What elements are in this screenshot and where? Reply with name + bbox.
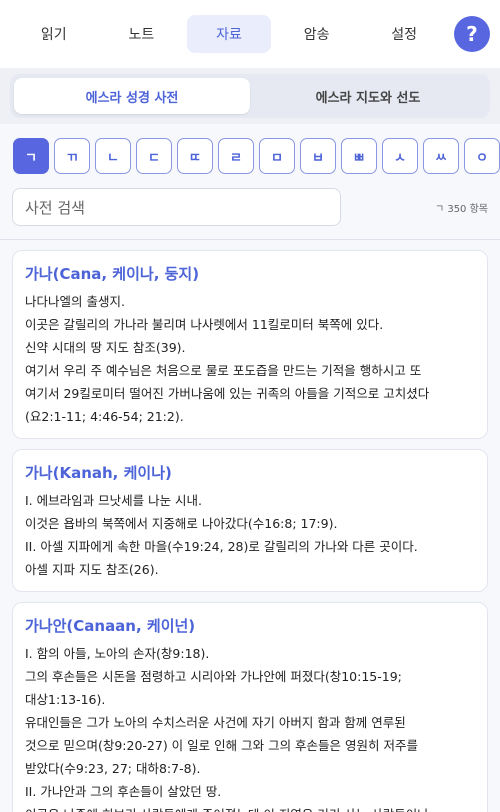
- consonant-button[interactable]: ㄴ: [95, 138, 131, 174]
- tab-notes[interactable]: 노트: [100, 15, 184, 53]
- tab-read[interactable]: 읽기: [12, 15, 96, 53]
- entry-line: 대상1:13-16).: [25, 692, 106, 707]
- top-navigation: 읽기 노트 자료 암송 설정 ?: [0, 0, 500, 68]
- segmented-control: 에스라 성경 사전 에스라 지도와 선도: [10, 74, 490, 118]
- consonant-index: ㄱ ㄲ ㄴ ㄷ ㄸ ㄹ ㅁ ㅂ ㅃ ㅅ ㅆ ㅇ: [0, 124, 500, 174]
- entry-line: 아셀 지파 지도 참조(26).: [25, 562, 159, 577]
- entry-line: 여기서 29킬로미터 떨어진 가버나움에 있는 귀족의 아들을 기적으로 고치셨…: [25, 386, 430, 401]
- entry-line: 받았다(수9:23, 27; 대하8:7-8).: [25, 761, 201, 776]
- entry-line: 신약 시대의 땅 지도 참조(39).: [25, 340, 186, 355]
- entry-line: (요2:1-11; 4:46-54; 21:2).: [25, 409, 184, 424]
- entry-line: 것으로 믿으며(창9:20-27) 이 일로 인해 그와 그의 후손들은 영원히…: [25, 738, 419, 753]
- consonant-button[interactable]: ㅂ: [300, 138, 336, 174]
- entry-title: 가나(Kanah, 케이나): [25, 464, 172, 482]
- consonant-button[interactable]: ㄸ: [177, 138, 213, 174]
- entry-count: ㄱ 350 항목: [434, 203, 488, 215]
- entry-title: 가나안(Canaan, 케이넌): [25, 617, 196, 635]
- consonant-button[interactable]: ㅇ: [464, 138, 500, 174]
- consonant-button[interactable]: ㄲ: [54, 138, 90, 174]
- segment-maps[interactable]: 에스라 지도와 선도: [250, 78, 486, 114]
- entry-line: 이곳은 나중에 히브리 사람들에게 주어졌는데 이 지역은 거기 사는 사람들이…: [25, 803, 475, 812]
- entry-line: 이것은 욥바의 북쪽에서 지중해로 나아갔다(수16:8; 17:9).: [25, 516, 338, 531]
- dictionary-list: 가나(Cana, 케이나, 둥지) 나다나엘의 출생지. 이곳은 갈릴리의 가나…: [0, 240, 500, 812]
- tab-resources[interactable]: 자료: [187, 15, 271, 53]
- entry-line: I. 함의 아들, 노아의 손자(창9:18).: [25, 646, 210, 661]
- consonant-button[interactable]: ㄹ: [218, 138, 254, 174]
- consonant-button[interactable]: ㅅ: [382, 138, 418, 174]
- dictionary-entry[interactable]: 가나안(Canaan, 케이넌) I. 함의 아들, 노아의 손자(창9:18)…: [12, 602, 488, 812]
- tab-memorize[interactable]: 암송: [275, 15, 359, 53]
- consonant-button[interactable]: ㅁ: [259, 138, 295, 174]
- search-input[interactable]: 사전 검색: [12, 188, 341, 226]
- entry-line: II. 아셀 지파에게 속한 마을(수19:24, 28)로 갈릴리의 가나와 …: [25, 539, 418, 554]
- tab-settings[interactable]: 설정: [362, 15, 446, 53]
- segment-bible-dictionary[interactable]: 에스라 성경 사전: [14, 78, 250, 114]
- entry-line: I. 에브라임과 므낫세를 나눈 시내.: [25, 493, 203, 508]
- consonant-button[interactable]: ㄷ: [136, 138, 172, 174]
- search-row: 사전 검색 ㄱ 350 항목: [0, 174, 500, 226]
- entry-title: 가나(Cana, 케이나, 둥지): [25, 265, 200, 283]
- consonant-button[interactable]: ㄱ: [13, 138, 49, 174]
- help-button[interactable]: ?: [453, 16, 490, 52]
- entry-line: II. 가나안과 그의 후손들이 살았던 땅.: [25, 784, 222, 799]
- dictionary-entry[interactable]: 가나(Cana, 케이나, 둥지) 나다나엘의 출생지. 이곳은 갈릴리의 가나…: [12, 250, 488, 439]
- dictionary-entry[interactable]: 가나(Kanah, 케이나) I. 에브라임과 므낫세를 나눈 시내. 이것은 …: [12, 449, 488, 592]
- entry-line: 이곳은 갈릴리의 가나라 불리며 나사렛에서 11킬로미터 북쪽에 있다.: [25, 317, 384, 332]
- entry-line: 유대인들은 그가 노아의 수치스러운 사건에 자기 아버지 함과 함께 연루된: [25, 715, 406, 730]
- entry-line: 나다나엘의 출생지.: [25, 294, 125, 309]
- entry-line: 그의 후손들은 시돈을 점령하고 시리아와 가나안에 퍼졌다(창10:15-19…: [25, 669, 402, 684]
- consonant-button[interactable]: ㅃ: [341, 138, 377, 174]
- consonant-button[interactable]: ㅆ: [423, 138, 459, 174]
- segment-bar: 에스라 성경 사전 에스라 지도와 선도: [0, 68, 500, 124]
- entry-line: 여기서 우리 주 예수님은 처음으로 물로 포도즙을 만드는 기적을 행하시고 …: [25, 363, 422, 378]
